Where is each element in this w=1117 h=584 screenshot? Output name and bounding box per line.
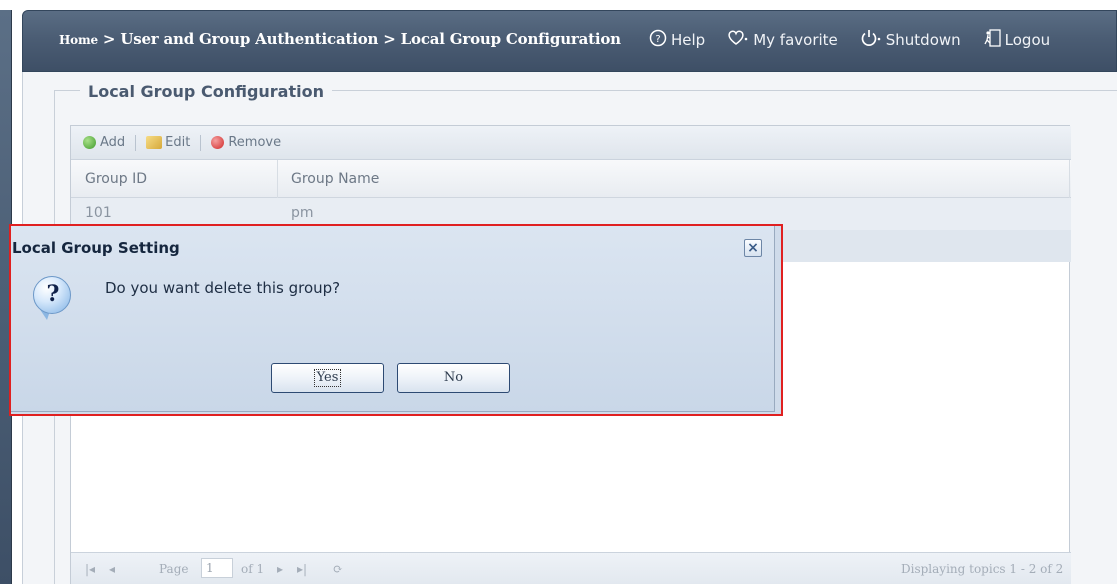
dialog-message: Do you want delete this group? [105, 279, 341, 297]
add-icon [83, 136, 96, 149]
dialog-title: Local Group Setting [12, 239, 180, 257]
dialog-body: Local Group Setting × ? Do you want dele… [11, 226, 775, 412]
no-button[interactable]: No [397, 363, 510, 393]
breadcrumb-home[interactable]: Home [59, 33, 98, 47]
breadcrumb-separator: > [383, 30, 396, 48]
logout-label: Logou [1004, 31, 1051, 49]
breadcrumb-page: Local Group Configuration [400, 30, 621, 48]
breadcrumb-section[interactable]: User and Group Authentication [120, 30, 378, 48]
cell-group-name: pm [291, 205, 314, 221]
help-label: Help [671, 31, 706, 49]
remove-icon [211, 136, 225, 149]
no-label: No [443, 370, 464, 385]
edit-icon [146, 136, 163, 149]
grid-header: Group ID Group Name [71, 160, 1071, 198]
shutdown-label: Shutdown [885, 31, 961, 49]
favorite-link[interactable]: My favorite [727, 29, 838, 51]
add-label: Add [100, 135, 126, 150]
help-icon: ? [649, 29, 667, 51]
question-glyph: ? [46, 281, 60, 307]
last-page-icon[interactable]: ▸| [297, 562, 307, 576]
close-icon[interactable]: × [744, 239, 762, 257]
cell-group-id: 101 [85, 205, 112, 221]
column-divider[interactable] [277, 160, 278, 198]
page-input[interactable]: 1 [201, 558, 233, 578]
heart-icon [727, 29, 749, 51]
column-header-group-id[interactable]: Group ID [85, 171, 147, 187]
logout-icon [983, 29, 1001, 51]
breadcrumb: Home > User and Group Authentication > L… [59, 30, 621, 48]
page-count: of 1 [241, 562, 265, 576]
help-link[interactable]: ? Help [649, 29, 705, 51]
remove-button[interactable]: Remove [211, 135, 281, 150]
column-divider [1069, 160, 1070, 198]
panel-legend: Local Group Configuration [80, 82, 332, 101]
favorite-label: My favorite [753, 31, 838, 49]
grid-toolbar: Add Edit Remove [71, 126, 1071, 160]
remove-label: Remove [228, 135, 282, 150]
toolbar-divider [135, 134, 137, 151]
svg-text:?: ? [655, 34, 660, 45]
first-page-icon[interactable]: |◂ [85, 562, 95, 576]
confirm-dialog: Local Group Setting × ? Do you want dele… [9, 224, 783, 416]
yes-button[interactable]: Yes [271, 363, 384, 393]
edit-button[interactable]: Edit [146, 135, 190, 150]
pagination-summary: Displaying topics 1 - 2 of 2 [901, 562, 1064, 576]
breadcrumb-separator: > [102, 30, 116, 48]
add-button[interactable]: Add [83, 135, 125, 150]
column-header-group-name[interactable]: Group Name [291, 171, 379, 187]
logout-link[interactable]: Logou [983, 29, 1050, 51]
top-bar: Home > User and Group Authentication > L… [22, 10, 1117, 72]
next-page-icon[interactable]: ▸ [277, 562, 283, 576]
toolbar-divider [200, 134, 202, 151]
prev-page-icon[interactable]: ◂ [109, 562, 115, 576]
pagination-bar: |◂ ◂ Page 1 of 1 ▸ ▸| ⟳ Displaying topic… [71, 552, 1071, 584]
yes-label: Yes [313, 369, 342, 387]
refresh-icon[interactable]: ⟳ [333, 562, 343, 576]
power-icon [860, 29, 882, 51]
shutdown-link[interactable]: Shutdown [860, 29, 961, 51]
page-label: Page [159, 562, 189, 576]
top-nav: ? Help My favorite Shutdown Logou [649, 29, 1072, 51]
edit-label: Edit [165, 135, 191, 150]
question-icon: ? [33, 276, 71, 314]
